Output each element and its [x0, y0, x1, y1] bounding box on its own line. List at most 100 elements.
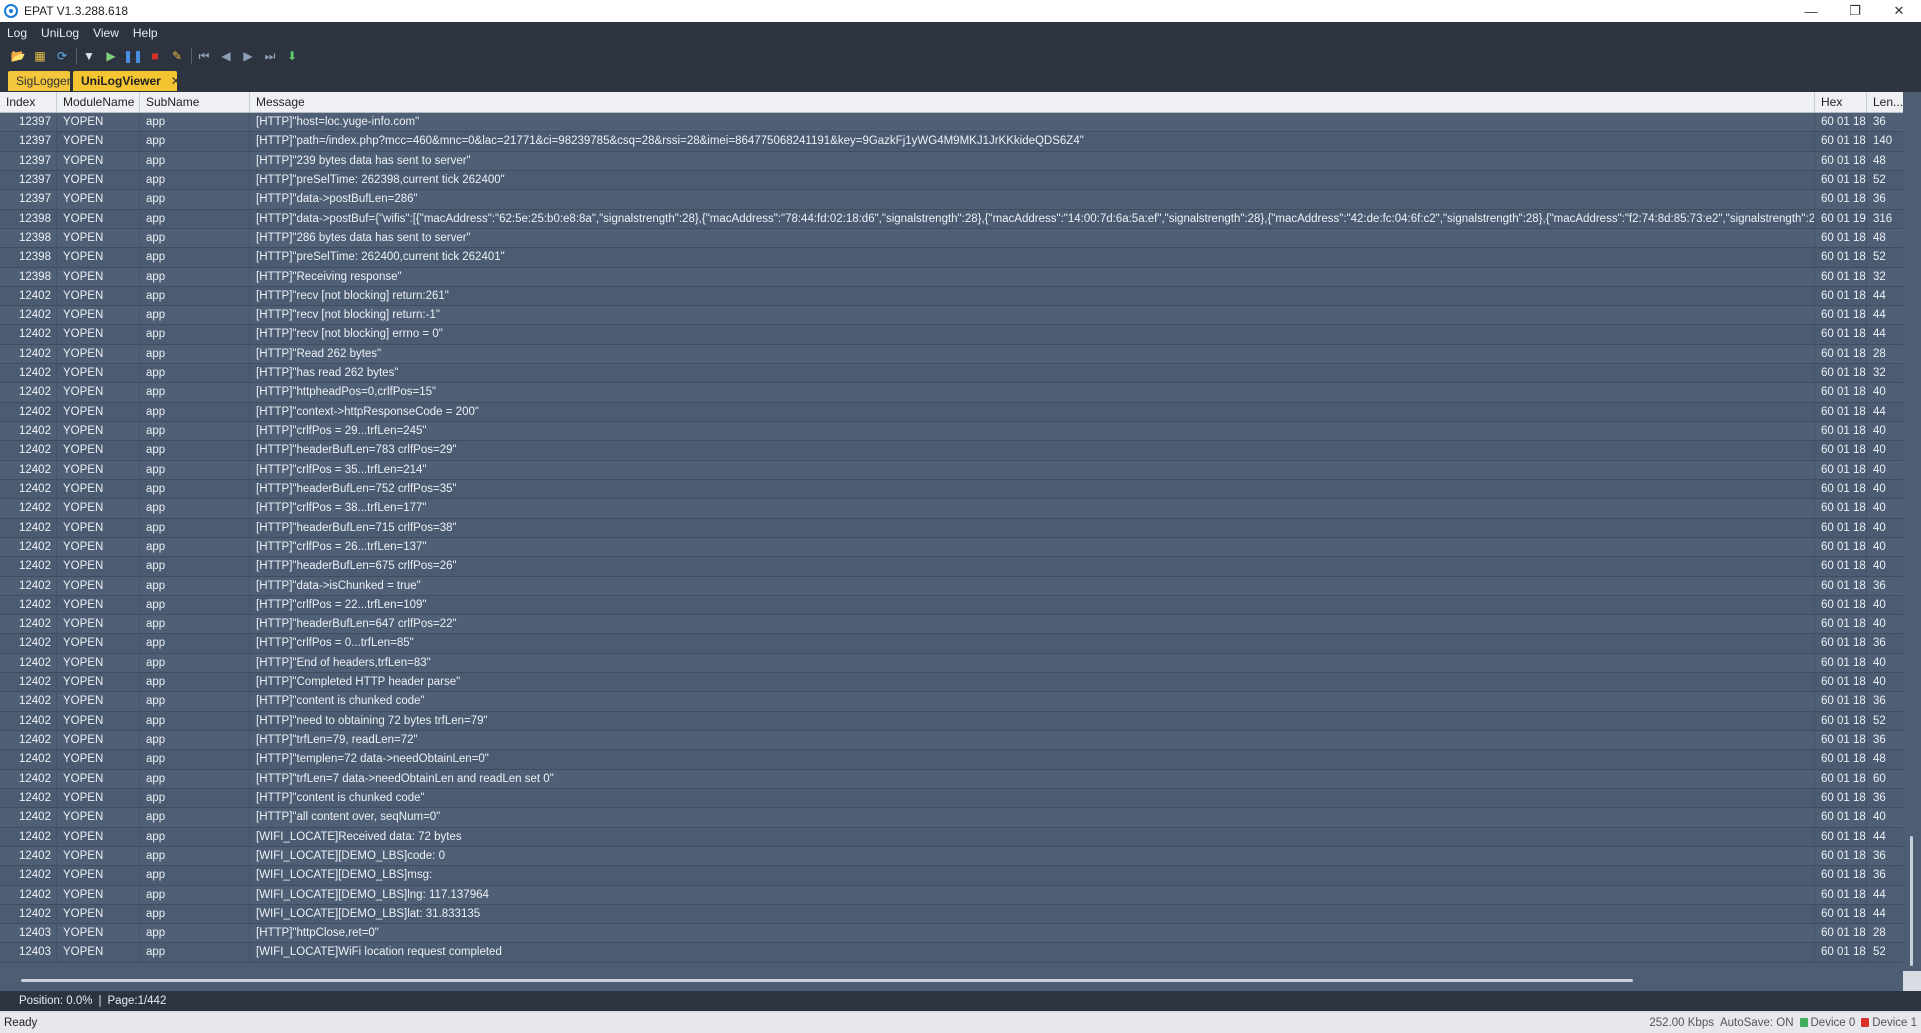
menu-help[interactable]: Help [126, 26, 165, 40]
table-row[interactable]: 12402 YOPEN app [WIFI_LOCATE]Received data:… [0, 827, 1903, 847]
menu-view[interactable]: View [86, 26, 126, 40]
table-row[interactable]: 12397 YOPEN app [HTTP]"data->postBufLen=286… [0, 190, 1903, 210]
table-row[interactable]: 12402 YOPEN app [HTTP]"has read 262 bytes" 6… [0, 364, 1903, 384]
table-body: 12397 YOPEN app [HTTP]"host=loc.yuge-info.c… [0, 113, 1903, 963]
minimize-icon[interactable]: — [1789, 0, 1833, 22]
table-row[interactable]: 12403 YOPEN app [WIFI_LOCATE]WiFi location … [0, 943, 1903, 963]
table-row[interactable]: 12402 YOPEN app [HTTP]"headerBufLen=715 crl… [0, 518, 1903, 538]
table-row[interactable]: 12402 YOPEN app [HTTP]"content is chunked c… [0, 788, 1903, 809]
table-row[interactable]: 12402 YOPEN app [HTTP]"all content over, se… [0, 808, 1903, 828]
table-row[interactable]: 12402 YOPEN app [HTTP]"context->httpRespons… [0, 402, 1903, 422]
table-row[interactable]: 12402 YOPEN app [HTTP]"crlfPos = 0...trfLen… [0, 634, 1903, 654]
table-row[interactable]: 12402 YOPEN app [HTTP]"crlfPos = 38...trfLe… [0, 499, 1903, 519]
table-row[interactable]: 12398 YOPEN app [HTTP]"286 bytes data has s… [0, 228, 1903, 249]
table-row[interactable]: 12402 YOPEN app [HTTP]"headerBufLen=752 crl… [0, 479, 1903, 500]
column-header-hex[interactable]: Hex [1815, 92, 1867, 112]
last-page-icon[interactable]: ⏭ [261, 47, 279, 65]
table-row[interactable]: 12402 YOPEN app [WIFI_LOCATE][DEMO_LBS]code… [0, 846, 1903, 867]
cell-index: 12402 [0, 557, 57, 576]
column-header-index[interactable]: Index [0, 92, 57, 112]
table-row[interactable]: 12402 YOPEN app [HTTP]"headerBufLen=783 crl… [0, 441, 1903, 461]
table-row[interactable]: 12397 YOPEN app [HTTP]"host=loc.yuge-info.c… [0, 113, 1903, 133]
table-row[interactable]: 12402 YOPEN app [HTTP]"End of headers,trfLe… [0, 653, 1903, 674]
menu-log[interactable]: Log [0, 26, 34, 40]
refresh-icon[interactable]: ⟳ [53, 47, 71, 65]
cell-hex: 60 01 18 [1815, 827, 1867, 846]
table-row[interactable]: 12402 YOPEN app [HTTP]"templen=72 data->nee… [0, 750, 1903, 770]
cell-message: [HTTP]"content is chunked code" [250, 692, 1815, 711]
cell-modulename: YOPEN [57, 344, 140, 364]
table-row[interactable]: 12397 YOPEN app [HTTP]"path=/index.php?mcc=… [0, 132, 1903, 152]
table-row[interactable]: 12402 YOPEN app [HTTP]"recv [not blocking] … [0, 306, 1903, 326]
cell-length: 44 [1873, 328, 1886, 341]
cell-modulename: YOPEN [57, 827, 140, 846]
column-header-message[interactable]: Message [250, 92, 1815, 112]
table-row[interactable]: 12402 YOPEN app [HTTP]"crlfPos = 26...trfLe… [0, 537, 1903, 558]
column-header-length[interactable]: Len... [1867, 92, 1903, 112]
filter-icon[interactable]: ▼ [80, 47, 98, 65]
horizontal-scrollbar[interactable] [0, 971, 1903, 991]
cell-modulename: YOPEN [57, 692, 140, 711]
cell-subname: app [140, 248, 250, 267]
table-row[interactable]: 12402 YOPEN app [HTTP]"headerBufLen=675 crl… [0, 557, 1903, 577]
status-bar: Ready 252.00 Kbps AutoSave: ON Device 0 … [0, 1013, 1921, 1033]
table-row[interactable]: 12398 YOPEN app [HTTP]"preSelTime: 262400,c… [0, 248, 1903, 268]
table-row[interactable]: 12402 YOPEN app [HTTP]"crlfPos = 35...trfLe… [0, 460, 1903, 480]
device-1-status[interactable]: Device 1 [1861, 1017, 1917, 1029]
pause-icon[interactable]: ❚❚ [123, 47, 143, 65]
cell-subname: app [140, 634, 250, 653]
previous-page-icon[interactable]: ◀ [217, 47, 235, 65]
close-icon[interactable]: ✕ [1877, 0, 1921, 22]
table-row[interactable]: 12402 YOPEN app [HTTP]"Read 262 bytes" 60 01… [0, 344, 1903, 365]
table-row[interactable]: 12402 YOPEN app [HTTP]"crlfPos = 29...trfLe… [0, 422, 1903, 442]
next-page-icon[interactable]: ▶ [239, 47, 257, 65]
table-row[interactable]: 12402 YOPEN app [HTTP]"content is chunked c… [0, 692, 1903, 712]
restore-icon[interactable]: ❐ [1833, 0, 1877, 22]
cell-modulename: YOPEN [57, 190, 140, 209]
table-row[interactable]: 12403 YOPEN app [HTTP]"httpClose,ret=0" 60 0… [0, 924, 1903, 944]
table-row[interactable]: 12402 YOPEN app [HTTP]"recv [not blocking] … [0, 286, 1903, 307]
column-header-modulename[interactable]: ModuleName [57, 92, 140, 112]
table-row[interactable]: 12397 YOPEN app [HTTP]"239 bytes data has s… [0, 151, 1903, 171]
first-page-icon[interactable]: ⏮ [195, 47, 213, 65]
table-row[interactable]: 12402 YOPEN app [HTTP]"Completed HTTP heade… [0, 673, 1903, 693]
table-row[interactable]: 12397 YOPEN app [HTTP]"preSelTime: 262398,c… [0, 170, 1903, 191]
device-0-status[interactable]: Device 0 [1799, 1017, 1855, 1029]
cell-modulename: YOPEN [57, 518, 140, 537]
menu-unilog[interactable]: UniLog [34, 26, 86, 40]
table-row[interactable]: 12402 YOPEN app [WIFI_LOCATE][DEMO_LBS]msg:… [0, 866, 1903, 886]
open-folder-icon[interactable]: 📂 [9, 47, 27, 65]
vertical-scrollbar[interactable] [1903, 92, 1921, 971]
table-row[interactable]: 12402 YOPEN app [HTTP]"headerBufLen=647 crl… [0, 615, 1903, 635]
vertical-scroll-thumb[interactable] [1910, 836, 1913, 966]
cell-hex: 60 01 18 [1815, 885, 1867, 904]
table-row[interactable]: 12402 YOPEN app [WIFI_LOCATE][DEMO_LBS]lng:… [0, 885, 1903, 905]
table-row[interactable]: 12398 YOPEN app [HTTP]"Receiving response" 6… [0, 267, 1903, 287]
edit-icon[interactable]: ✎ [168, 47, 186, 65]
save-icon[interactable]: ▦ [31, 47, 49, 65]
play-icon[interactable]: ▶ [102, 47, 120, 65]
cell-length: 40 [1873, 386, 1886, 399]
table-row[interactable]: 12402 YOPEN app [HTTP]"data->isChunked = tr… [0, 576, 1903, 596]
table-row[interactable]: 12402 YOPEN app [HTTP]"trfLen=7 data->needO… [0, 769, 1903, 789]
cell-length: 40 [1873, 811, 1886, 824]
table-row[interactable]: 12402 YOPEN app [HTTP]"httpheadPos=0,crlfPo… [0, 383, 1903, 403]
table-row[interactable]: 12398 YOPEN app [HTTP]"data->postBuf={"wifi… [0, 209, 1903, 229]
table-row[interactable]: 12402 YOPEN app [HTTP]"recv [not blocking] … [0, 325, 1903, 345]
column-header-subname[interactable]: SubName [140, 92, 250, 112]
table-row[interactable]: 12402 YOPEN app [WIFI_LOCATE][DEMO_LBS]lat:… [0, 904, 1903, 925]
table-row[interactable]: 12402 YOPEN app [HTTP]"crlfPos = 22...trfLe… [0, 595, 1903, 616]
cell-index: 12402 [0, 518, 57, 537]
tab-siglogger[interactable]: SigLogger [8, 71, 71, 91]
cell-message: [HTTP]"preSelTime: 262398,current tick 2… [250, 170, 1815, 190]
tab-unilogviewer[interactable]: UniLogViewer ✕ [73, 71, 181, 91]
cell-length: 316 [1873, 212, 1893, 225]
tab-close-icon[interactable]: ✕ [171, 74, 181, 88]
cell-length: 36 [1873, 637, 1886, 650]
cell-length: 40 [1873, 425, 1886, 437]
horizontal-scroll-thumb[interactable] [21, 979, 1633, 982]
table-row[interactable]: 12402 YOPEN app [HTTP]"trfLen=79, readLen=7… [0, 731, 1903, 751]
export-icon[interactable]: ⬇ [283, 47, 301, 65]
stop-icon[interactable]: ■ [146, 47, 164, 65]
table-row[interactable]: 12402 YOPEN app [HTTP]"need to obtaining 72… [0, 711, 1903, 731]
